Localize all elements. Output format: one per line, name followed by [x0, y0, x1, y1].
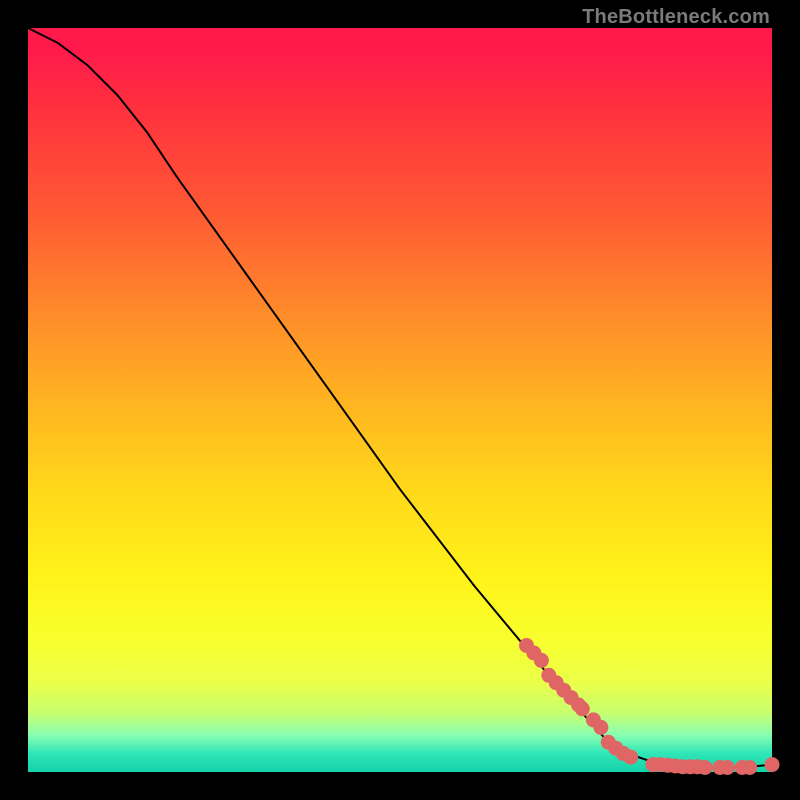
series-curve — [28, 28, 772, 768]
highlight-dot — [575, 702, 589, 716]
highlight-dot — [534, 653, 548, 667]
highlight-dot — [765, 758, 779, 772]
highlight-dot — [698, 761, 712, 775]
chart-stage: TheBottleneck.com — [0, 0, 800, 800]
highlight-dot — [720, 761, 734, 775]
highlight-dot — [624, 750, 638, 764]
chart-svg — [28, 28, 772, 772]
watermark-text: TheBottleneck.com — [582, 6, 770, 29]
highlight-dot — [594, 720, 608, 734]
plot-area — [28, 28, 772, 772]
highlight-dots — [520, 639, 780, 775]
highlight-dot — [743, 761, 757, 775]
